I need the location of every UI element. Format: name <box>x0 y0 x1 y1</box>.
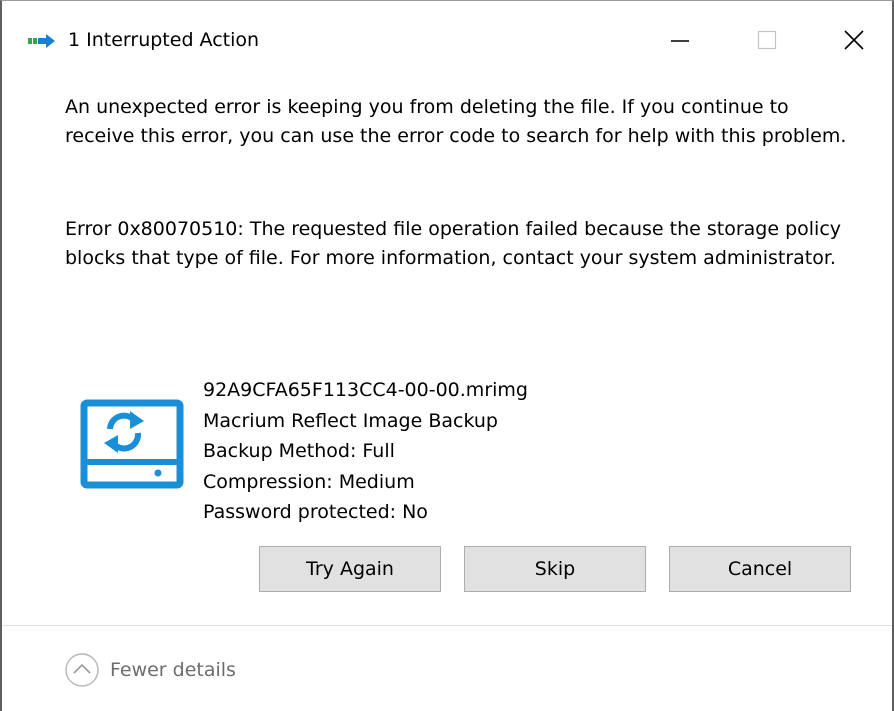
minimize-button[interactable] <box>656 19 704 61</box>
cancel-button[interactable]: Cancel <box>669 546 851 592</box>
error-message: An unexpected error is keeping you from … <box>65 96 847 147</box>
fewer-details-label: Fewer details <box>110 659 236 681</box>
password-protected: Password protected: No <box>203 501 428 523</box>
fewer-details-toggle[interactable]: Fewer details <box>64 652 236 688</box>
error-detail: Error 0x80070510: The requested file ope… <box>65 218 842 269</box>
close-icon <box>844 30 864 50</box>
file-details: 92A9CFA65F113CC4-00-00.mrimg Macrium Ref… <box>203 375 528 528</box>
chevron-up-icon <box>65 653 99 687</box>
title-bar[interactable]: 1 Interrupted Action <box>2 1 892 79</box>
file-name: 92A9CFA65F113CC4-00-00.mrimg <box>203 379 528 401</box>
maximize-icon <box>757 30 777 50</box>
file-operation-icon <box>28 34 55 48</box>
close-button[interactable] <box>830 19 878 61</box>
window-title: 1 Interrupted Action <box>68 29 260 51</box>
dialog-window: 1 Interrupted Action An unexpected error… <box>0 0 894 711</box>
minimize-icon <box>671 40 689 42</box>
file-type: Macrium Reflect Image Backup <box>203 409 498 432</box>
backup-drive-icon <box>80 399 184 489</box>
skip-button[interactable]: Skip <box>464 546 646 592</box>
try-again-button[interactable]: Try Again <box>259 546 441 592</box>
compression: Compression: Medium <box>203 470 415 493</box>
details-footer: Fewer details <box>2 625 892 711</box>
maximize-button[interactable] <box>744 19 792 61</box>
backup-method: Backup Method: Full <box>203 440 395 462</box>
